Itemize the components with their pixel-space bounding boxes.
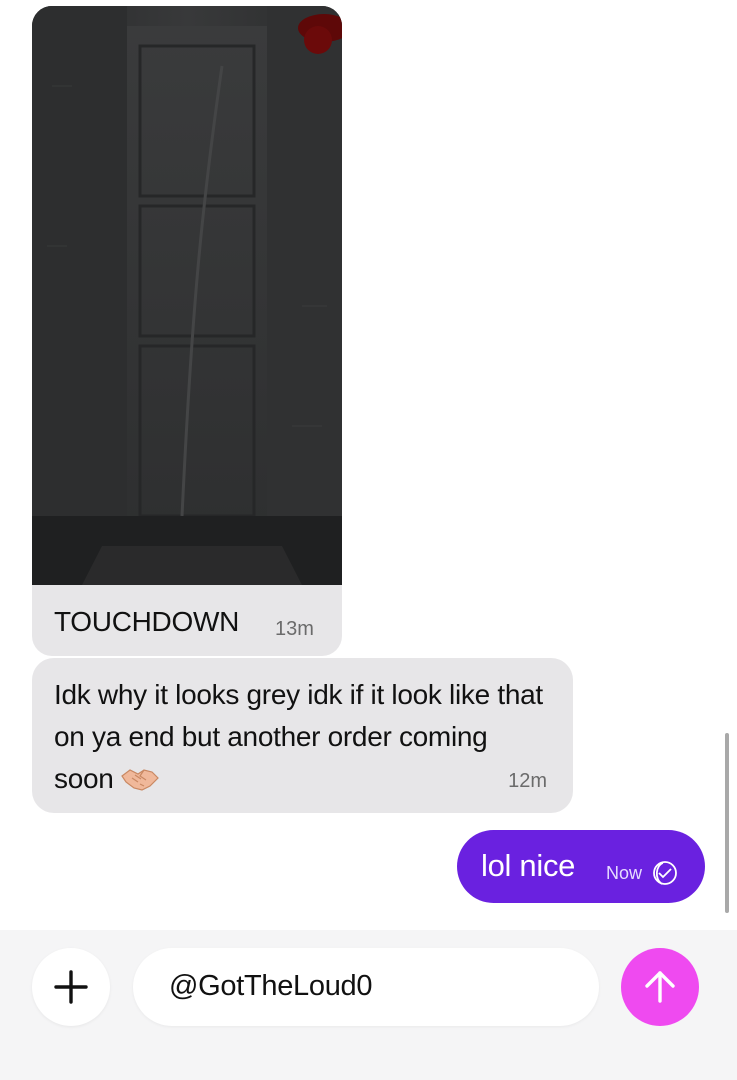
plus-icon — [54, 970, 88, 1004]
message-caption: TOUCHDOWN — [54, 606, 239, 637]
handshake-icon — [120, 764, 160, 806]
message-photo[interactable] — [32, 6, 342, 585]
message-text-container: Idk why it looks grey idk if it look lik… — [54, 674, 544, 806]
message-input[interactable]: @GotTheLoud0 — [133, 948, 599, 1026]
message-text: lol nice — [481, 848, 576, 883]
read-receipt-icon — [652, 860, 682, 891]
add-attachment-button[interactable] — [32, 948, 110, 1026]
message-timestamp: Now — [606, 863, 643, 883]
outgoing-text-message[interactable]: lol nice Now — [457, 830, 705, 903]
message-input-value[interactable]: @GotTheLoud0 — [169, 970, 373, 1003]
message-composer: @GotTheLoud0 — [0, 930, 737, 1080]
incoming-text-message[interactable]: Idk why it looks grey idk if it look lik… — [32, 658, 573, 813]
arrow-up-icon — [645, 971, 675, 1003]
incoming-image-message[interactable]: TOUCHDOWN 13m — [32, 6, 342, 656]
chat-screen: TOUCHDOWN 13m Idk why it looks grey idk … — [0, 0, 737, 1080]
message-timestamp: 12m — [508, 770, 547, 792]
message-timestamp: 13m — [275, 618, 314, 640]
send-button[interactable] — [621, 948, 699, 1026]
scrollbar[interactable] — [725, 733, 729, 913]
